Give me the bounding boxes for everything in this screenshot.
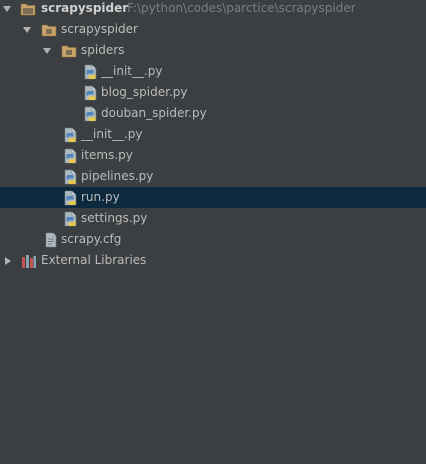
tree-node-label: settings.py bbox=[81, 211, 148, 225]
tree-node-label: items.py bbox=[81, 148, 133, 162]
tree-node-file[interactable]: pipelines.py bbox=[0, 166, 426, 187]
chevron-down-icon[interactable] bbox=[42, 40, 52, 61]
tree-node-file[interactable]: items.py bbox=[0, 145, 426, 166]
tree-node-external-libraries[interactable]: External Libraries bbox=[0, 250, 426, 271]
tree-node-label: scrapyspider bbox=[41, 1, 129, 15]
tree-node-folder[interactable]: spiders bbox=[0, 40, 426, 61]
project-tree: scrapyspider F:\python\codes\parctice\sc… bbox=[0, 0, 426, 464]
tree-node-file[interactable]: blog_spider.py bbox=[0, 82, 426, 103]
tree-node-label: blog_spider.py bbox=[101, 85, 188, 99]
tree-node-file[interactable]: settings.py bbox=[0, 208, 426, 229]
library-icon bbox=[21, 253, 37, 269]
python-file-icon bbox=[83, 64, 99, 80]
tree-node-file[interactable]: __init__.py bbox=[0, 124, 426, 145]
python-file-icon bbox=[63, 211, 79, 227]
tree-node-label: spiders bbox=[81, 43, 125, 57]
tree-node-file[interactable]: __init__.py bbox=[0, 61, 426, 82]
python-file-icon bbox=[83, 106, 99, 122]
project-folder-icon bbox=[20, 1, 36, 17]
python-file-icon bbox=[63, 127, 79, 143]
python-file-icon bbox=[83, 85, 99, 101]
tree-node-label: scrapy.cfg bbox=[61, 232, 122, 246]
tree-node-label: pipelines.py bbox=[81, 169, 154, 183]
tree-node-label: __init__.py bbox=[101, 64, 163, 78]
tree-node-file[interactable]: scrapy.cfg bbox=[0, 229, 426, 250]
chevron-down-icon[interactable] bbox=[2, 0, 12, 19]
tree-node-file[interactable]: douban_spider.py bbox=[0, 103, 426, 124]
package-folder-icon bbox=[61, 43, 77, 59]
tree-node-root[interactable]: scrapyspider F:\python\codes\parctice\sc… bbox=[0, 0, 426, 19]
package-folder-icon bbox=[41, 22, 57, 38]
tree-node-label: douban_spider.py bbox=[101, 106, 207, 120]
config-file-icon bbox=[43, 232, 59, 248]
tree-node-label: scrapyspider bbox=[61, 22, 138, 36]
tree-node-folder[interactable]: scrapyspider bbox=[0, 19, 426, 40]
python-file-icon bbox=[63, 169, 79, 185]
chevron-down-icon[interactable] bbox=[22, 19, 32, 40]
tree-node-label: __init__.py bbox=[81, 127, 143, 141]
project-path: F:\python\codes\parctice\scrapyspider bbox=[127, 1, 356, 15]
tree-node-label: run.py bbox=[81, 190, 120, 204]
python-file-icon bbox=[63, 148, 79, 164]
tree-node-file-selected[interactable]: run.py bbox=[0, 187, 426, 208]
python-file-icon bbox=[63, 190, 79, 206]
chevron-right-icon[interactable] bbox=[3, 250, 13, 271]
tree-node-label: External Libraries bbox=[41, 253, 147, 267]
